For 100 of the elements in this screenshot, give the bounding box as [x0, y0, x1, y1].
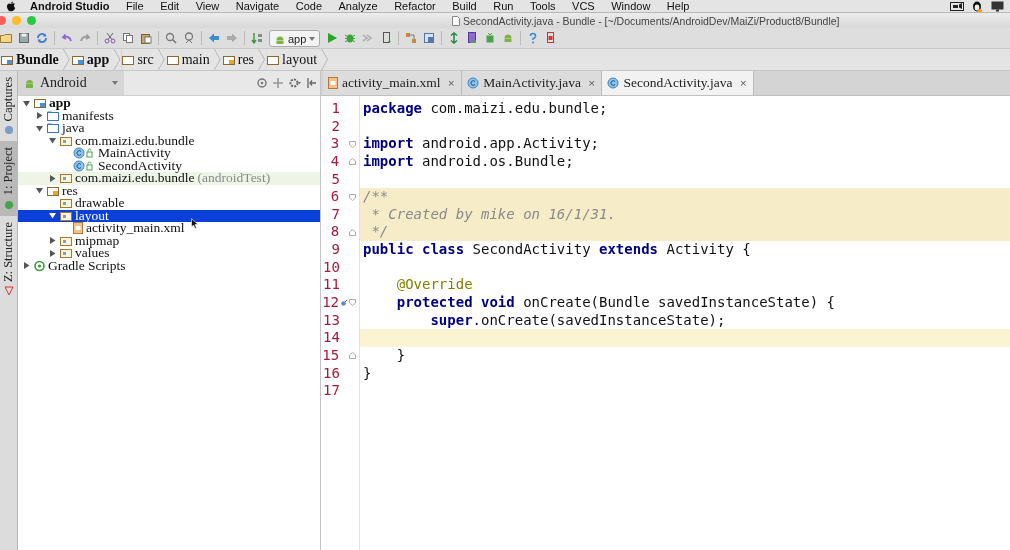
folder-icon: [60, 234, 72, 247]
editor-tab[interactable]: SecondActivity.java ×: [602, 71, 754, 95]
folder-icon: [166, 53, 179, 66]
editor-tab[interactable]: MainActivity.java ×: [462, 71, 603, 95]
caret-icon: [309, 37, 316, 41]
fold-marker-icon[interactable]: [349, 140, 356, 148]
collapsed-arrow-icon[interactable]: [22, 262, 30, 270]
run-config-dropdown[interactable]: app: [269, 29, 321, 47]
tree-item[interactable]: res: [18, 184, 320, 197]
expanded-arrow-icon[interactable]: [48, 137, 56, 145]
collapsed-arrow-icon[interactable]: [48, 174, 56, 182]
line-number: 13: [322, 311, 340, 330]
tree-item[interactable]: mipmap: [18, 234, 320, 247]
breadcrumb[interactable]: res: [221, 49, 265, 70]
menu-item[interactable]: View: [195, 0, 220, 12]
forward-arrow-icon[interactable]: [226, 32, 238, 44]
gear-icon[interactable]: [289, 78, 301, 88]
breadcrumb[interactable]: main: [165, 49, 220, 70]
menu-item[interactable]: Analyze: [338, 0, 378, 12]
line-number: 3: [329, 135, 340, 153]
device-icon[interactable]: [380, 32, 393, 44]
video-camera-icon[interactable]: [950, 1, 964, 11]
tree-item[interactable]: app: [18, 97, 320, 110]
breadcrumb[interactable]: layout: [266, 49, 328, 70]
tree-item[interactable]: com.maizi.edu.bundle: [18, 134, 320, 147]
tree-item[interactable]: MainActivity: [18, 147, 320, 160]
editor-tab[interactable]: activity_main.xml ×: [323, 71, 463, 95]
menu-item[interactable]: Run: [493, 0, 514, 12]
avd-manager-icon[interactable]: [466, 32, 479, 44]
close-icon[interactable]: ×: [587, 78, 596, 88]
tree-item[interactable]: manifests: [18, 109, 320, 122]
fold-marker-icon[interactable]: [349, 193, 356, 201]
tree-item[interactable]: com.maizi.edu.bundle (androidTest): [18, 172, 320, 185]
expanded-arrow-icon[interactable]: [22, 99, 30, 107]
display-icon[interactable]: [991, 0, 1004, 12]
fold-marker-icon[interactable]: [349, 352, 356, 360]
menu-item[interactable]: Help: [666, 0, 690, 12]
paste-icon[interactable]: [140, 32, 152, 44]
view-dropdown[interactable]: Android: [18, 71, 124, 95]
run-icon[interactable]: [326, 32, 339, 44]
expanded-arrow-icon[interactable]: [35, 187, 43, 195]
breadcrumb[interactable]: src: [121, 49, 164, 70]
tree-item[interactable]: activity_main.xml: [18, 222, 320, 235]
build-icon[interactable]: [251, 32, 263, 44]
breadcrumb[interactable]: app: [70, 49, 120, 70]
menu-item[interactable]: Tools: [529, 0, 556, 12]
menu-item[interactable]: Navigate: [235, 0, 280, 12]
fold-marker-icon[interactable]: [349, 228, 356, 236]
apple-icon[interactable]: [6, 0, 16, 12]
debug-icon[interactable]: [344, 32, 357, 44]
tree-item[interactable]: values: [18, 247, 320, 260]
close-icon[interactable]: ×: [447, 78, 456, 88]
penguin-icon[interactable]: [972, 0, 983, 12]
redo-icon[interactable]: [79, 32, 91, 44]
sdk-manager-icon[interactable]: [423, 32, 436, 44]
search-icon[interactable]: [165, 32, 177, 44]
menu-item[interactable]: Edit: [160, 0, 180, 12]
app-menu[interactable]: Android Studio: [30, 0, 110, 12]
zoom-button[interactable]: [27, 16, 36, 25]
hide-panel-icon[interactable]: [307, 78, 316, 88]
code-line: protected void onCreate(Bundle savedInstanceState) {: [395, 294, 835, 312]
collapsed-arrow-icon[interactable]: [48, 237, 56, 245]
xml-file-icon: [73, 222, 83, 235]
code-line: }: [395, 346, 406, 365]
tree-item[interactable]: SecondActivity: [18, 159, 320, 172]
menu-item[interactable]: VCS: [572, 0, 595, 12]
tool-window-tab[interactable]: 1: Project: [0, 141, 17, 216]
tree-item[interactable]: layout: [18, 209, 320, 222]
close-icon[interactable]: ×: [739, 78, 747, 88]
collapsed-arrow-icon[interactable]: [35, 112, 43, 120]
menu-item[interactable]: Refactor: [394, 0, 436, 12]
save-icon[interactable]: [18, 32, 30, 44]
target-icon[interactable]: [257, 78, 267, 88]
folder-icon[interactable]: [0, 32, 12, 44]
menu-item[interactable]: Build: [452, 0, 477, 12]
tree-item[interactable]: drawable: [18, 197, 320, 210]
back-arrow-icon[interactable]: [208, 32, 220, 44]
sync-icon[interactable]: [36, 32, 48, 44]
scissors-icon[interactable]: [104, 32, 116, 44]
tree-item[interactable]: java: [18, 122, 320, 135]
collapsed-arrow-icon[interactable]: [48, 249, 56, 257]
folder-icon: [222, 53, 235, 66]
folder-icon: [60, 247, 72, 260]
breadcrumb[interactable]: Bundle: [0, 49, 69, 70]
menu-item[interactable]: Window: [611, 0, 651, 12]
menu-item[interactable]: Code: [295, 0, 322, 12]
copy-icon[interactable]: [122, 32, 134, 44]
attach-debugger-icon[interactable]: [362, 32, 375, 44]
undo-icon[interactable]: [61, 32, 73, 44]
collapse-icon[interactable]: [273, 78, 283, 88]
expanded-arrow-icon[interactable]: [48, 212, 56, 220]
project-structure-icon[interactable]: [405, 32, 418, 44]
tree-item[interactable]: Gradle Scripts: [18, 259, 320, 272]
fold-marker-icon[interactable]: [349, 158, 356, 166]
menu-item[interactable]: File: [125, 0, 144, 12]
tool-window-tab[interactable]: Z: Structure: [0, 215, 17, 302]
tool-window-tab[interactable]: Captures: [0, 71, 17, 142]
fold-marker-icon[interactable]: [349, 299, 356, 307]
expanded-arrow-icon[interactable]: [35, 124, 43, 132]
replace-icon[interactable]: [183, 32, 195, 44]
